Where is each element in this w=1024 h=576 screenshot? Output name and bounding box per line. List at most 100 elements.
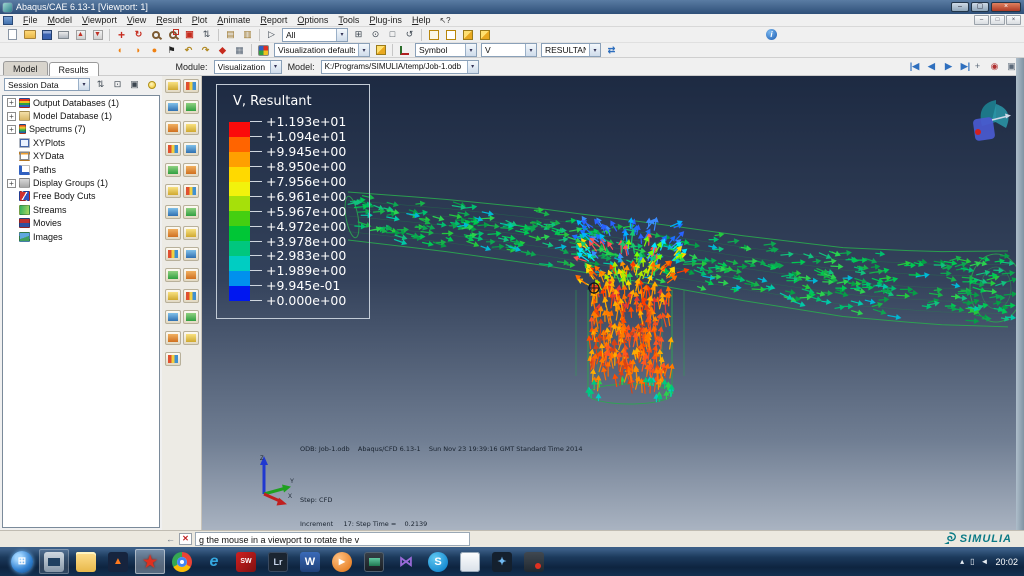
expand-icon[interactable]: + [7, 125, 16, 134]
maximize-button[interactable]: ▢ [971, 2, 989, 12]
menu-viewport[interactable]: Viewport [77, 14, 122, 26]
tray-expand-icon[interactable]: ▴ [960, 557, 964, 566]
explorer-taskbar-button[interactable] [71, 549, 101, 574]
render-shaded-button[interactable]: ◐ [113, 44, 128, 57]
tree-item-free-body-cuts[interactable]: Free Body Cuts [3, 190, 159, 203]
toolbox-button[interactable] [183, 100, 199, 114]
solidworks-taskbar-button[interactable]: SW [231, 549, 261, 574]
menu-help[interactable]: Help [407, 14, 436, 26]
view-perspective-button[interactable] [477, 28, 492, 41]
first-frame-button[interactable]: |◀ [907, 60, 922, 73]
toolbox-button[interactable] [183, 142, 199, 156]
lightroom-taskbar-button[interactable]: Lr [263, 549, 293, 574]
context-help-icon[interactable]: ↖? [439, 16, 450, 25]
menu-file[interactable]: File [18, 14, 43, 26]
toolbox-button[interactable] [183, 310, 199, 324]
toolbox-button[interactable] [165, 79, 181, 93]
toolbox-button[interactable] [165, 331, 181, 345]
plot-defaults-combobox[interactable]: Visualization defaults ▾ [274, 43, 370, 57]
sync-frames-button[interactable]: ⇄ [604, 44, 619, 57]
menu-options[interactable]: Options [292, 14, 333, 26]
menu-view[interactable]: View [122, 14, 151, 26]
word-taskbar-button[interactable]: W [295, 549, 325, 574]
toolbox-button[interactable] [165, 205, 181, 219]
internet-explorer-taskbar-button[interactable]: e [199, 549, 229, 574]
tab-model[interactable]: Model [3, 61, 48, 75]
selection-scope-combobox[interactable]: All ▾ [282, 28, 348, 42]
tip-button[interactable] [144, 78, 159, 91]
toolbox-button[interactable] [165, 352, 181, 366]
open-file-button[interactable] [22, 28, 37, 41]
toolbox-button[interactable] [165, 310, 181, 324]
tool-red-button[interactable]: ◆ [215, 44, 230, 57]
menu-model[interactable]: Model [43, 14, 78, 26]
expand-icon[interactable]: + [7, 98, 16, 107]
previous-frame-button[interactable]: ◀ [924, 60, 939, 73]
toolbox-button[interactable] [165, 226, 181, 240]
toolbox-button[interactable] [183, 226, 199, 240]
tree-item-streams[interactable]: Streams [3, 203, 159, 216]
toolbox-button[interactable] [183, 289, 199, 303]
toolbox-button[interactable] [183, 205, 199, 219]
menu-plug-ins[interactable]: Plug-ins [364, 14, 407, 26]
notes-taskbar-button[interactable] [455, 549, 485, 574]
toolbox-button[interactable] [183, 268, 199, 282]
toolbox-button[interactable] [183, 79, 199, 93]
view-hidden-button[interactable] [443, 28, 458, 41]
tree-item-paths[interactable]: Paths [3, 163, 159, 176]
frame-button[interactable]: ⊡ [110, 78, 125, 91]
contour-options-button[interactable] [256, 44, 271, 57]
apply-selection-button[interactable]: ⊞ [351, 28, 366, 41]
render-filled-button[interactable]: ◑ [130, 44, 145, 57]
chrome-taskbar-button[interactable] [167, 549, 197, 574]
viewport-menu-icon[interactable] [3, 16, 13, 25]
toolbox-button[interactable] [165, 268, 181, 282]
tree-item-movies[interactable]: Movies [3, 217, 159, 230]
expand-icon[interactable]: + [7, 179, 16, 188]
view-shaded-button[interactable] [460, 28, 475, 41]
fit-view-button[interactable]: ▣ [182, 28, 197, 41]
photo-viewer-taskbar-button[interactable] [359, 549, 389, 574]
box-select-button[interactable]: □ [385, 28, 400, 41]
component-combobox[interactable]: RESULTANT ▾ [541, 43, 601, 57]
viewport-canvas[interactable]: V, Resultant +1.193e+01+1.094e+01+9.945e… [202, 76, 1016, 530]
result-table-button[interactable]: ▦ [232, 44, 247, 57]
probe-flag-button[interactable]: ⚑ [164, 44, 179, 57]
reset-select-button[interactable]: ↺ [402, 28, 417, 41]
toolbox-button[interactable] [165, 121, 181, 135]
tree-item-display-groups[interactable]: +Display Groups (1) [3, 176, 159, 189]
pan-button[interactable]: + [114, 28, 129, 41]
visual-studio-taskbar-button[interactable]: ⋈ [391, 549, 421, 574]
info-button[interactable]: i [764, 28, 779, 41]
viewport-close-button[interactable]: × [1006, 15, 1021, 25]
tab-results[interactable]: Results [49, 62, 99, 76]
toolbox-button[interactable] [165, 184, 181, 198]
field-variable-combobox[interactable]: V ▾ [481, 43, 537, 57]
menu-plot[interactable]: Plot [187, 14, 213, 26]
remote-desktop-taskbar-button[interactable] [39, 549, 69, 574]
toolbox-button[interactable] [165, 163, 181, 177]
module-combobox[interactable]: Visualization ▾ [214, 60, 282, 74]
attach-tool-red-1-button[interactable]: ▲ [73, 28, 88, 41]
record-movie-button[interactable]: ◉ [987, 60, 1002, 73]
close-button[interactable]: × [991, 2, 1021, 12]
toolbox-button[interactable] [183, 184, 199, 198]
network-icon[interactable]: ▯ [970, 557, 974, 566]
tree-item-images[interactable]: Images [3, 230, 159, 243]
start-taskbar-button[interactable]: ⊞ [7, 549, 37, 574]
model-combobox[interactable]: K:/Programs/SIMULIA/temp/Job-1.odb ▾ [321, 60, 479, 74]
attach-tool-red-2-button[interactable]: ▼ [90, 28, 105, 41]
query-info-button[interactable]: ▤ [223, 28, 238, 41]
screen-recorder-taskbar-button[interactable] [519, 549, 549, 574]
toolbox-button[interactable] [165, 289, 181, 303]
view-compass[interactable] [962, 92, 1014, 148]
menu-animate[interactable]: Animate [212, 14, 255, 26]
spin-button[interactable]: ⇅ [93, 78, 108, 91]
prompt-back-icon[interactable]: ← [164, 533, 177, 545]
toolbox-button[interactable] [183, 163, 199, 177]
customize-button[interactable]: ▥ [240, 28, 255, 41]
undo-button[interactable]: ↶ [181, 44, 196, 57]
toolbox-button[interactable] [165, 100, 181, 114]
menu-tools[interactable]: Tools [333, 14, 364, 26]
viewport-minimize-button[interactable]: – [974, 15, 989, 25]
